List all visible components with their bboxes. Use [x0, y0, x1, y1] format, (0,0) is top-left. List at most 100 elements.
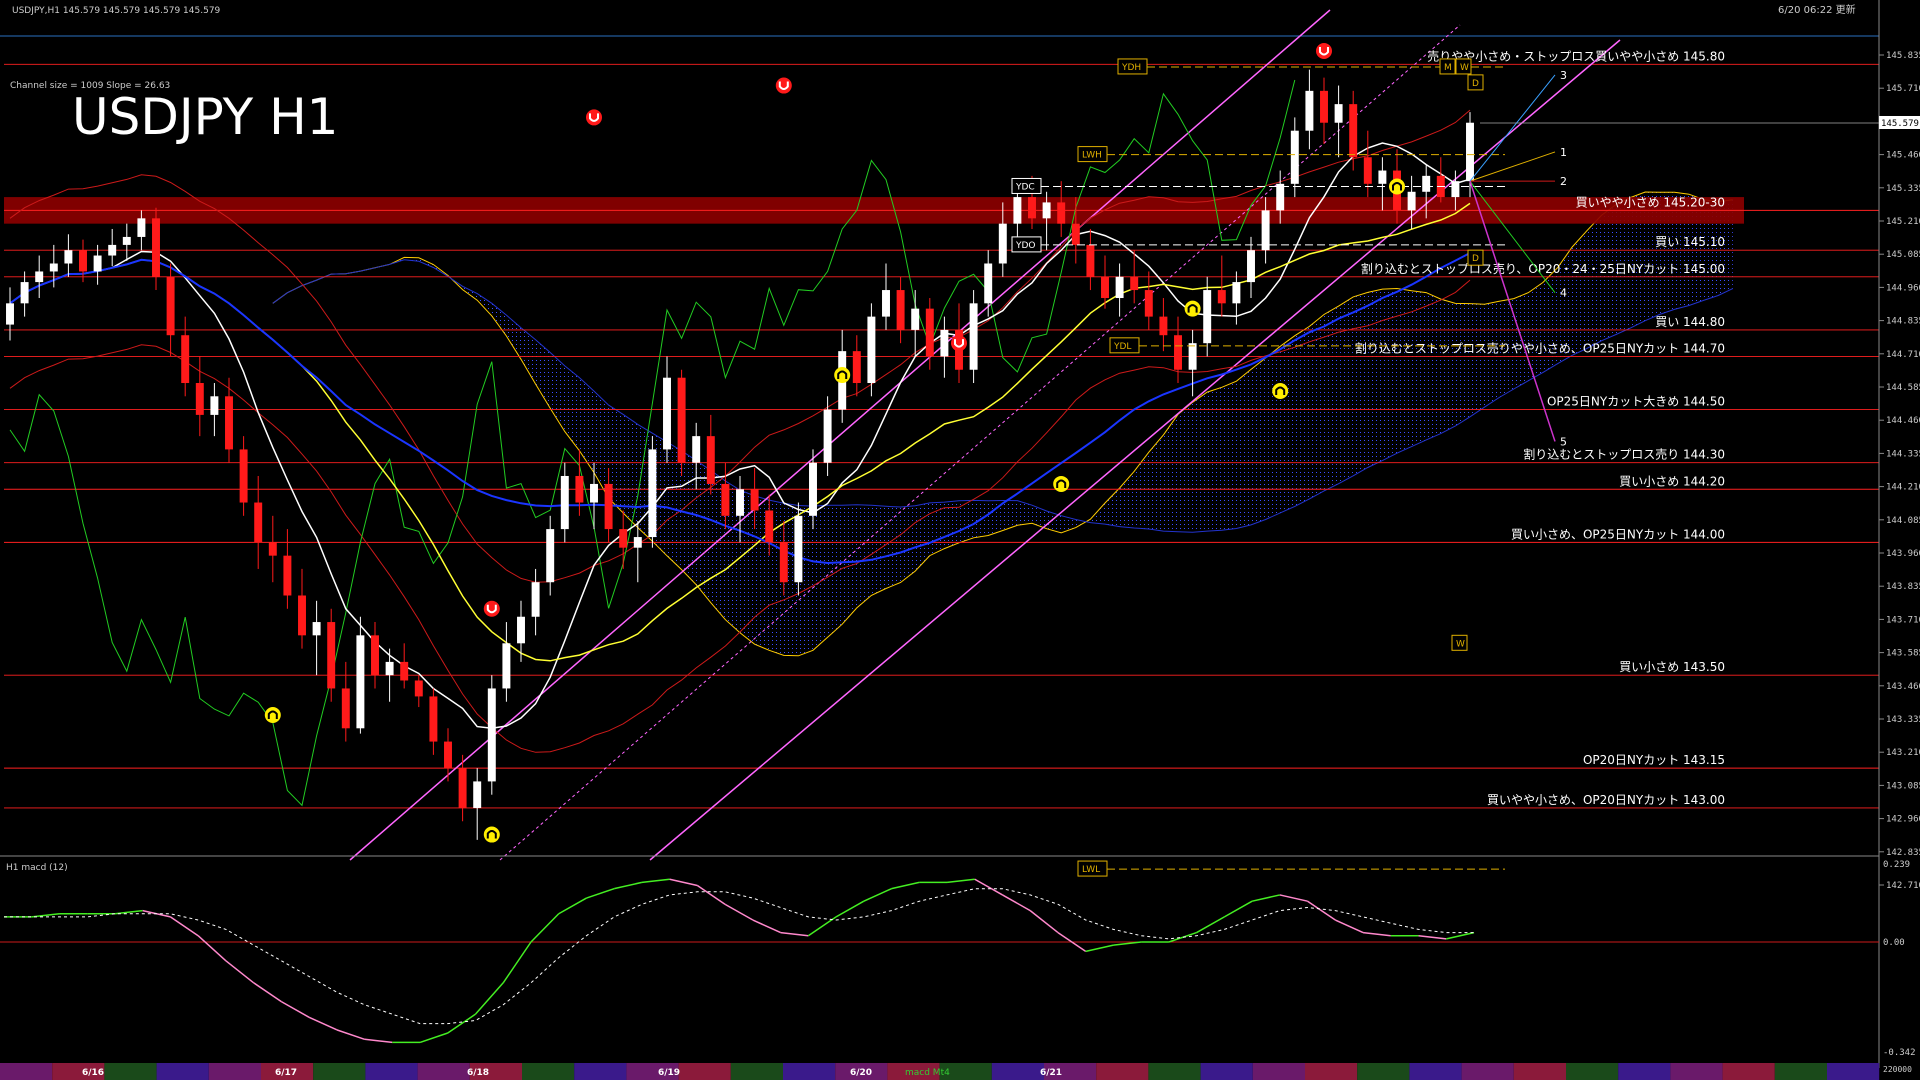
- date-bar-segment: [991, 1063, 1044, 1080]
- price-tick-label: 143.085: [1886, 781, 1920, 791]
- price-tick-label: 143.960: [1886, 549, 1920, 559]
- candle-body: [867, 316, 876, 384]
- macd-scale-corner: 220000: [1883, 1065, 1912, 1074]
- date-label: 6/16: [82, 1068, 104, 1078]
- date-bar-segment: [1252, 1063, 1305, 1080]
- candle-body: [750, 489, 759, 511]
- candle-body: [283, 555, 292, 596]
- level-label: 買いやや小さめ、OP20日NYカット 143.00: [1487, 793, 1725, 807]
- candle-body: [1261, 210, 1270, 251]
- candle-body: [254, 502, 263, 543]
- candle-body: [1159, 316, 1168, 336]
- price-tick-label: 144.460: [1886, 416, 1920, 426]
- macd-scale-top: 0.239: [1883, 860, 1910, 870]
- candle-body: [692, 436, 701, 463]
- candle-body: [414, 680, 423, 697]
- candle-body: [79, 250, 87, 272]
- candle-body: [1363, 157, 1372, 184]
- date-bar-segment: [1513, 1063, 1566, 1080]
- candle-body: [1144, 290, 1153, 317]
- candle-body: [1305, 90, 1314, 131]
- date-label: 6/18: [467, 1068, 489, 1078]
- date-bar-segment: [417, 1063, 470, 1080]
- level-label: 買いやや小さめ 145.20-30: [1576, 195, 1725, 209]
- wave-label: 1: [1560, 146, 1567, 159]
- candle-body: [298, 595, 306, 636]
- candle-body: [1407, 191, 1416, 211]
- price-tick-label: 143.210: [1886, 748, 1920, 758]
- level-label: 買い 144.80: [1655, 315, 1725, 329]
- buy-signal-icon: [834, 367, 851, 384]
- level-label: 買い 145.10: [1655, 235, 1725, 249]
- date-bar-segment: [522, 1063, 575, 1080]
- marker-text: YDH: [1121, 63, 1141, 73]
- candle-body: [444, 741, 452, 769]
- buy-signal-icon: [1272, 382, 1289, 399]
- date-bar-segment: [1409, 1063, 1462, 1080]
- price-tick-label: 145.835: [1886, 51, 1920, 61]
- candle-body: [1232, 282, 1241, 304]
- candle-body: [327, 622, 336, 689]
- price-tick-label: 142.710: [1886, 881, 1920, 891]
- candle-body: [1290, 130, 1299, 184]
- level-label: 売りやや小さめ・ストップロス買いやや小さめ 145.80: [1427, 48, 1725, 63]
- date-bar-segment: [1096, 1063, 1149, 1080]
- price-tick-label: 144.335: [1886, 449, 1920, 459]
- macd-legend-tag: macd Mt4: [905, 1068, 950, 1078]
- level-label: 割り込むとストップロス売り、OP20・24・25日NYカット 145.00: [1361, 261, 1725, 276]
- price-tick-label: 143.835: [1886, 582, 1920, 592]
- candle-body: [502, 643, 511, 689]
- price-tick-label: 144.960: [1886, 283, 1920, 293]
- candle-body: [473, 781, 482, 808]
- price-tick-label: 143.335: [1886, 715, 1920, 725]
- marker-text: M: [1444, 63, 1452, 73]
- date-label: 6/17: [275, 1068, 297, 1078]
- candle-body: [809, 462, 817, 516]
- candle-body: [385, 661, 394, 676]
- date-bar-segment: [1566, 1063, 1619, 1080]
- date-label: 6/19: [658, 1068, 680, 1078]
- price-tick-label: 144.210: [1886, 483, 1920, 493]
- candle-body: [984, 263, 993, 304]
- candle-body: [49, 263, 58, 272]
- candle-body: [911, 308, 920, 330]
- wave-label: 3: [1560, 69, 1567, 82]
- marker-text: W: [1456, 639, 1465, 649]
- level-label: OP20日NYカット 143.15: [1583, 753, 1725, 767]
- wave-label: 4: [1560, 287, 1567, 300]
- candle-body: [852, 351, 861, 384]
- price-tick-label: 144.585: [1886, 383, 1920, 393]
- chart-title: USDJPY H1: [72, 88, 338, 146]
- level-label: 買い小さめ 144.20: [1619, 474, 1725, 488]
- candle-body: [181, 335, 190, 384]
- marker-text: YDL: [1113, 342, 1131, 352]
- date-bar-segment: [0, 1063, 53, 1080]
- marker-text: LWL: [1082, 865, 1100, 875]
- candle-body: [1115, 276, 1124, 299]
- macd-scale-bottom: -0.342: [1883, 1048, 1916, 1058]
- date-bar-segment: [1148, 1063, 1201, 1080]
- price-tick-label: 145.335: [1886, 184, 1920, 194]
- candle-body: [736, 489, 744, 516]
- buy-signal-icon: [264, 707, 281, 724]
- marker-text: YDC: [1015, 182, 1035, 192]
- candle-body: [152, 218, 160, 277]
- sell-signal-icon: [951, 335, 967, 352]
- wave-label: 2: [1560, 175, 1567, 188]
- candle-body: [633, 537, 642, 548]
- candle-body: [517, 616, 525, 644]
- candle-body: [677, 377, 686, 463]
- marker-text: LWH: [1082, 151, 1102, 161]
- candle-body: [969, 303, 978, 370]
- candle-body: [6, 303, 14, 325]
- candle-body: [590, 483, 598, 503]
- candle-body: [531, 582, 540, 617]
- candle-body: [239, 449, 248, 503]
- date-bar-segment: [783, 1063, 836, 1080]
- date-bar-segment: [1722, 1063, 1775, 1080]
- buy-signal-icon: [1184, 300, 1201, 317]
- price-tick-label: 143.460: [1886, 682, 1920, 692]
- candle-body: [794, 515, 803, 583]
- candle-body: [122, 236, 131, 245]
- candle-body: [400, 661, 409, 681]
